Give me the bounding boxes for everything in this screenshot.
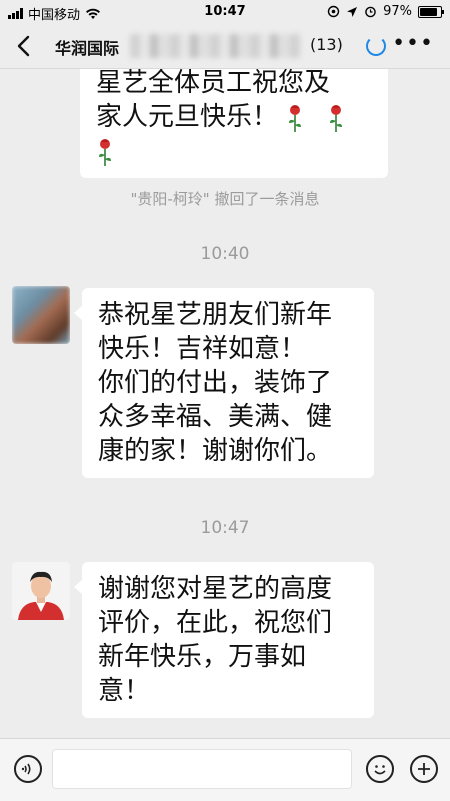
timestamp: 10:47 bbox=[200, 518, 250, 538]
avatar[interactable] bbox=[12, 562, 70, 620]
message-line: 新年快乐，万事如 bbox=[98, 642, 307, 672]
input-bar bbox=[0, 738, 450, 801]
message-line: 评价，在此，祝您们 bbox=[98, 608, 333, 638]
message-line: 你们的付出，装饰了 bbox=[98, 368, 333, 398]
message-line: 众多幸福、美满、健 bbox=[98, 402, 333, 432]
voice-icon[interactable] bbox=[14, 755, 42, 783]
message-bubble[interactable]: 恭祝星艺朋友们新年 快乐！吉祥如意！ 你们的付出，装饰了 众多幸福、美满、健 康… bbox=[74, 288, 374, 478]
status-bar: 中国移动 10:47 97% bbox=[0, 0, 450, 24]
message-line: 家人元旦快乐！ bbox=[96, 102, 279, 132]
battery-percent: 97% bbox=[383, 4, 412, 19]
plus-icon[interactable] bbox=[410, 755, 438, 783]
avatar[interactable] bbox=[12, 286, 70, 344]
rose-icon bbox=[329, 104, 342, 132]
message-bubble[interactable]: 谢谢您对星艺的高度 评价，在此，祝您们 新年快乐，万事如 意！ bbox=[74, 562, 374, 718]
rose-icon bbox=[99, 138, 111, 166]
message-line: 恭祝星艺朋友们新年 bbox=[98, 300, 333, 330]
location-lock-icon bbox=[327, 5, 340, 18]
blurred-title-overlay bbox=[130, 34, 300, 58]
more-options-icon[interactable]: ••• bbox=[392, 31, 434, 56]
message-bubble-partial[interactable]: 星艺全体员工祝您及 家人元旦快乐！ bbox=[80, 50, 388, 178]
avatar-photo bbox=[12, 562, 70, 620]
location-arrow-icon bbox=[347, 6, 358, 17]
status-right: 97% bbox=[327, 4, 444, 19]
message-line: 快乐！吉祥如意！ bbox=[98, 334, 307, 364]
message-line-roses bbox=[96, 134, 372, 168]
refresh-ring-icon bbox=[366, 36, 386, 56]
timestamp: 10:40 bbox=[200, 244, 250, 264]
message-line: 谢谢您对星艺的高度 bbox=[98, 574, 333, 604]
emoji-icon[interactable] bbox=[366, 755, 394, 783]
chat-header-overlay: 华润国际 (13) ••• bbox=[0, 24, 450, 69]
message-line: 康的家！谢谢你们。 bbox=[98, 436, 333, 466]
message-line: 星艺全体员工祝您及 bbox=[96, 68, 331, 98]
member-count-overlay: (13) bbox=[310, 35, 343, 54]
message-line-with-roses: 家人元旦快乐！ bbox=[96, 100, 372, 134]
alarm-icon bbox=[365, 6, 376, 18]
message-line: 意！ bbox=[98, 676, 151, 706]
rose-icon bbox=[289, 104, 302, 132]
battery-icon bbox=[418, 5, 444, 18]
recall-notice: "贵阳-柯玲" 撤回了一条消息 bbox=[130, 190, 320, 208]
chat-title-overlay: 华润国际 bbox=[55, 39, 120, 58]
back-chevron-icon[interactable] bbox=[14, 34, 34, 58]
message-input[interactable] bbox=[52, 749, 352, 789]
